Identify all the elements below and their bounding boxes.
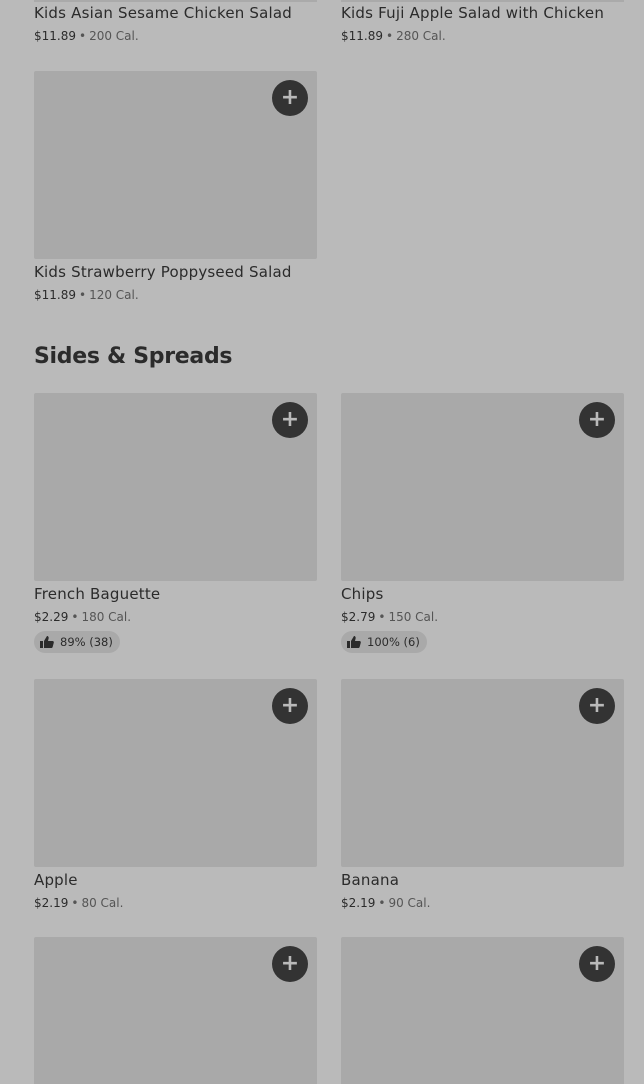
add-to-cart-button[interactable]: + xyxy=(272,688,308,724)
item-meta: $2.19 • 90 Cal. xyxy=(341,896,430,910)
rating-text: 89% (38) xyxy=(60,635,113,649)
card-image-edge xyxy=(34,0,317,2)
item-name: Chips xyxy=(341,585,384,603)
item-calories: 150 Cal. xyxy=(388,610,439,624)
item-meta: $11.89 • 280 Cal. xyxy=(341,29,446,43)
item-name: Kids Fuji Apple Salad with Chicken xyxy=(341,4,605,22)
separator: • xyxy=(378,610,386,624)
separator: • xyxy=(71,896,79,910)
add-to-cart-button[interactable]: + xyxy=(579,946,615,982)
menu-item-kids-strawberry-poppyseed-salad[interactable]: + Kids Strawberry Poppyseed Salad $11.89… xyxy=(34,71,317,311)
item-calories: 180 Cal. xyxy=(81,610,132,624)
add-to-cart-button[interactable]: + xyxy=(272,80,308,116)
menu-item-apple[interactable]: + Apple $2.19 • 80 Cal. xyxy=(34,679,317,919)
plus-icon: + xyxy=(280,951,300,976)
item-price: $2.19 xyxy=(341,896,376,910)
add-to-cart-button[interactable]: + xyxy=(272,946,308,982)
item-price: $11.89 xyxy=(341,29,383,43)
item-meta: $11.89 • 120 Cal. xyxy=(34,288,139,302)
thumbs-up-icon xyxy=(347,636,361,648)
menu-item-banana[interactable]: + Banana $2.19 • 90 Cal. xyxy=(341,679,624,919)
item-calories: 80 Cal. xyxy=(81,896,124,910)
rating-badge: 100% (6) xyxy=(341,631,427,653)
item-meta: $11.89 • 200 Cal. xyxy=(34,29,139,43)
item-price: $2.79 xyxy=(341,610,376,624)
plus-icon: + xyxy=(280,693,300,718)
separator: • xyxy=(79,288,87,302)
menu-item-next-right[interactable]: + xyxy=(341,937,624,1084)
separator: • xyxy=(386,29,394,43)
menu-item-chips[interactable]: + Chips $2.79 • 150 Cal. 100% (6) xyxy=(341,393,624,663)
add-to-cart-button[interactable]: + xyxy=(579,402,615,438)
item-price: $2.29 xyxy=(34,610,69,624)
item-meta: $2.79 • 150 Cal. xyxy=(341,610,438,624)
item-price: $2.19 xyxy=(34,896,69,910)
section-title-sides-spreads: Sides & Spreads xyxy=(34,344,233,369)
item-name: Apple xyxy=(34,871,78,889)
thumbs-up-icon xyxy=(40,636,54,648)
plus-icon: + xyxy=(587,407,607,432)
item-calories: 200 Cal. xyxy=(89,29,139,43)
item-name: French Baguette xyxy=(34,585,161,603)
item-meta: $2.29 • 180 Cal. xyxy=(34,610,131,624)
item-name: Banana xyxy=(341,871,400,889)
separator: • xyxy=(79,29,87,43)
plus-icon: + xyxy=(587,951,607,976)
rating-text: 100% (6) xyxy=(367,635,420,649)
separator: • xyxy=(378,896,386,910)
separator: • xyxy=(71,610,79,624)
item-name: Kids Strawberry Poppyseed Salad xyxy=(34,263,292,281)
add-to-cart-button[interactable]: + xyxy=(579,688,615,724)
item-calories: 90 Cal. xyxy=(388,896,431,910)
plus-icon: + xyxy=(587,693,607,718)
item-meta: $2.19 • 80 Cal. xyxy=(34,896,123,910)
item-price: $11.89 xyxy=(34,288,76,302)
card-image-edge xyxy=(341,0,624,2)
add-to-cart-button[interactable]: + xyxy=(272,402,308,438)
plus-icon: + xyxy=(280,85,300,110)
menu-item-next-left[interactable]: + xyxy=(34,937,317,1084)
item-calories: 120 Cal. xyxy=(89,288,139,302)
item-price: $11.89 xyxy=(34,29,76,43)
item-name: Kids Asian Sesame Chicken Salad xyxy=(34,4,293,22)
rating-badge: 89% (38) xyxy=(34,631,120,653)
menu-item-french-baguette[interactable]: + French Baguette $2.29 • 180 Cal. 89% (38… xyxy=(34,393,317,663)
plus-icon: + xyxy=(280,407,300,432)
item-calories: 280 Cal. xyxy=(396,29,446,43)
